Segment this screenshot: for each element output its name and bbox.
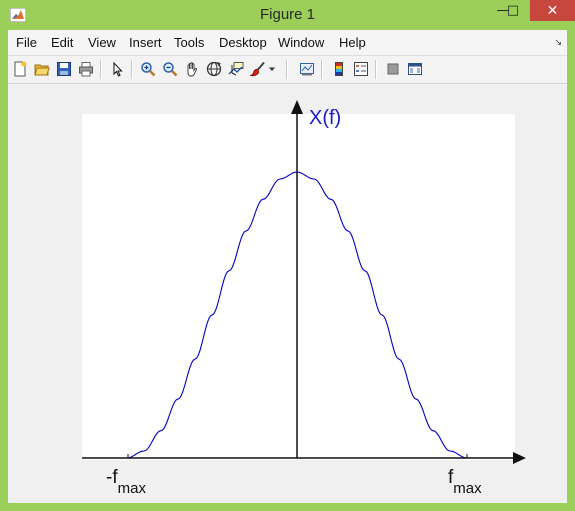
hide-plot-tools-icon[interactable]: [383, 59, 403, 79]
new-figure-icon[interactable]: [10, 59, 30, 79]
window-title: Figure 1: [259, 6, 316, 23]
x-axis-arrowhead: [513, 452, 526, 464]
y-axis-arrowhead: [291, 100, 303, 114]
toolbar-separator: [321, 60, 323, 79]
zoom-in-icon[interactable]: [138, 59, 158, 79]
link-plot-icon[interactable]: [297, 59, 317, 79]
tick-label-neg-fmax-base: -f: [106, 467, 118, 488]
menu-file[interactable]: File: [16, 35, 37, 50]
menu-tools[interactable]: Tools: [174, 35, 204, 50]
tick-label-fmax: fmax: [448, 467, 482, 497]
legend-icon[interactable]: [351, 59, 371, 79]
menu-view[interactable]: View: [88, 35, 116, 50]
menu-help[interactable]: Help: [339, 35, 366, 50]
title-bar[interactable]: Figure 1 — □ ✕: [0, 0, 575, 30]
close-button[interactable]: ✕: [530, 0, 575, 21]
save-icon[interactable]: [54, 59, 74, 79]
toolbar-separator: [131, 60, 133, 79]
tick-label-neg-fmax: -fmax: [106, 467, 146, 497]
open-file-icon[interactable]: [32, 59, 52, 79]
toolbar-separator: [286, 60, 288, 79]
figure-window: Figure 1 — □ ✕ File Edit View Insert Too…: [0, 0, 575, 511]
plot-svg: X(f) -fmax fmax: [82, 100, 526, 497]
menu-window[interactable]: Window: [278, 35, 324, 50]
data-cursor-icon[interactable]: [226, 59, 246, 79]
pan-hand-icon[interactable]: [182, 59, 202, 79]
menu-edit[interactable]: Edit: [51, 35, 73, 50]
toolbar-separator: [100, 60, 102, 79]
chevron-down-icon[interactable]: [266, 59, 278, 79]
show-plot-tools-icon[interactable]: [405, 59, 425, 79]
tick-label-neg-fmax-sub: max: [118, 480, 147, 497]
select-arrow-icon[interactable]: [107, 59, 127, 79]
zoom-out-icon[interactable]: [160, 59, 180, 79]
figure-canvas[interactable]: X(f) -fmax fmax: [8, 84, 567, 503]
y-axis-label: X(f): [309, 107, 341, 129]
colorbar-icon[interactable]: [329, 59, 349, 79]
menu-bar: File Edit View Insert Tools Desktop Wind…: [8, 30, 567, 56]
figure-client-area: File Edit View Insert Tools Desktop Wind…: [8, 30, 567, 503]
dock-arrow-icon[interactable]: ↘: [554, 37, 562, 48]
rotate-3d-icon[interactable]: [204, 59, 224, 79]
figure-toolbar: [8, 56, 567, 84]
menu-desktop[interactable]: Desktop: [219, 35, 267, 50]
print-icon[interactable]: [76, 59, 96, 79]
brush-icon[interactable]: [248, 59, 268, 79]
matlab-logo-icon: [9, 7, 27, 23]
menu-insert[interactable]: Insert: [129, 35, 162, 50]
maximize-button[interactable]: □: [500, 0, 526, 21]
toolbar-separator: [375, 60, 377, 79]
tick-label-fmax-sub: max: [453, 480, 482, 497]
